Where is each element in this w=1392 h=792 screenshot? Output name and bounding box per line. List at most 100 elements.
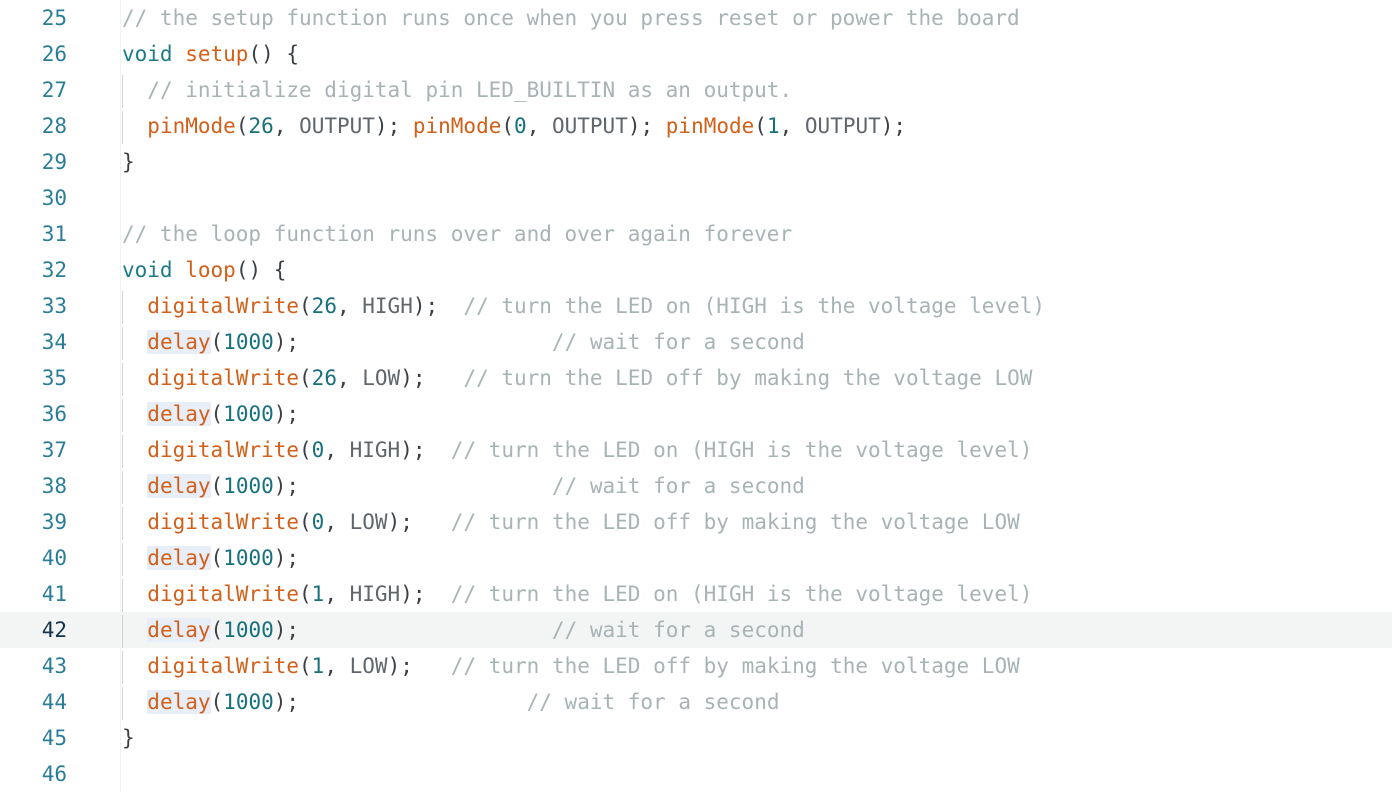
code-line-content[interactable]: } xyxy=(122,144,135,180)
line-number[interactable]: 46 xyxy=(0,756,67,792)
token-punct: ( xyxy=(210,330,224,354)
token-number: 1000 xyxy=(223,690,274,714)
code-line-content[interactable]: delay(1000); xyxy=(122,396,299,432)
code-editor[interactable]: 25 // the setup function runs once when y… xyxy=(0,0,1392,792)
line-number[interactable]: 41 xyxy=(0,576,67,612)
token-punct: () { xyxy=(248,42,300,66)
token-func: delay xyxy=(147,618,211,642)
code-line[interactable]: 45} xyxy=(0,720,1392,756)
code-line[interactable]: 31 // the loop function runs over and ove… xyxy=(0,216,1392,252)
line-number[interactable]: 36 xyxy=(0,396,67,432)
token-punct: ); xyxy=(627,114,666,138)
code-line-content[interactable]: // the loop function runs over and over … xyxy=(122,216,792,252)
line-number[interactable]: 28 xyxy=(0,108,67,144)
code-line[interactable]: 39 digitalWrite(0, LOW); // turn the LED… xyxy=(0,504,1392,540)
code-line[interactable]: 41 digitalWrite(1, HIGH); // turn the LE… xyxy=(0,576,1392,612)
code-line-content[interactable]: digitalWrite(1, HIGH); // turn the LED o… xyxy=(122,576,1032,612)
token-number: 1 xyxy=(311,582,325,606)
token-punct: ( xyxy=(299,654,312,678)
token-number: 0 xyxy=(514,114,527,138)
code-line[interactable]: 26 void setup() { xyxy=(0,36,1392,72)
line-number[interactable]: 26 xyxy=(0,36,67,72)
line-number[interactable]: 29 xyxy=(0,144,67,180)
token-punct: ( xyxy=(299,294,312,318)
line-number[interactable]: 38 xyxy=(0,468,67,504)
code-line-content[interactable]: digitalWrite(26, HIGH); // turn the LED … xyxy=(122,288,1045,324)
code-line-content[interactable]: digitalWrite(0, HIGH); // turn the LED o… xyxy=(122,432,1032,468)
code-line[interactable]: 34 delay(1000); // wait for a second xyxy=(0,324,1392,360)
code-line-content[interactable]: delay(1000); // wait for a second xyxy=(122,468,805,504)
token-punct: ( xyxy=(501,114,515,138)
code-line-content[interactable]: pinMode(26, OUTPUT); pinMode(0, OUTPUT);… xyxy=(122,108,906,144)
code-line-content[interactable]: // the setup function runs once when you… xyxy=(122,0,1020,36)
line-number[interactable]: 37 xyxy=(0,432,67,468)
line-number[interactable]: 32 xyxy=(0,252,67,288)
code-lines-container[interactable]: 25 // the setup function runs once when y… xyxy=(0,0,1392,792)
code-line[interactable]: 27 // initialize digital pin LED_BUILTIN… xyxy=(0,72,1392,108)
code-line-content[interactable]: } xyxy=(122,720,135,756)
token-number: 26 xyxy=(248,114,274,138)
token-number: 1000 xyxy=(223,474,274,498)
token-keyword: void xyxy=(122,258,173,282)
token-number: 0 xyxy=(311,510,325,534)
line-number[interactable]: 34 xyxy=(0,324,67,360)
token-func: digitalWrite xyxy=(147,510,300,534)
code-line[interactable]: 43 digitalWrite(1, LOW); // turn the LED… xyxy=(0,648,1392,684)
token-punct: , xyxy=(324,654,350,678)
line-number[interactable]: 39 xyxy=(0,504,67,540)
code-line-content[interactable]: digitalWrite(0, LOW); // turn the LED of… xyxy=(122,504,1019,540)
code-line[interactable]: 40 delay(1000); xyxy=(0,540,1392,576)
token-punct: , xyxy=(526,114,552,138)
token-punct: ); xyxy=(273,618,300,642)
code-line-content[interactable]: void loop() { xyxy=(122,252,286,288)
token-punct: , xyxy=(324,582,350,606)
line-number[interactable]: 44 xyxy=(0,684,67,720)
code-line-content[interactable]: delay(1000); // wait for a second xyxy=(122,612,805,648)
line-number[interactable]: 25 xyxy=(0,0,67,36)
line-number[interactable]: 43 xyxy=(0,648,67,684)
code-line-content[interactable]: digitalWrite(26, LOW); // turn the LED o… xyxy=(122,360,1032,396)
code-line[interactable]: 38 delay(1000); // wait for a second xyxy=(0,468,1392,504)
code-line[interactable]: 37 digitalWrite(0, HIGH); // turn the LE… xyxy=(0,432,1392,468)
code-line-content[interactable]: void setup() { xyxy=(122,36,299,72)
token-punct: ); xyxy=(273,546,300,570)
code-line-content[interactable]: delay(1000); // wait for a second xyxy=(122,324,805,360)
code-line[interactable]: 29} xyxy=(0,144,1392,180)
line-number[interactable]: 31 xyxy=(0,216,67,252)
code-line-content[interactable]: delay(1000); xyxy=(122,540,299,576)
code-line-content[interactable]: digitalWrite(1, LOW); // turn the LED of… xyxy=(122,648,1019,684)
token-punct: , xyxy=(324,510,350,534)
code-line[interactable]: 35 digitalWrite(26, LOW); // turn the LE… xyxy=(0,360,1392,396)
token-punct: } xyxy=(122,150,135,174)
token-punct: , xyxy=(336,294,363,318)
token-comment: // the loop function runs over and over … xyxy=(122,222,793,246)
token-const: HIGH xyxy=(349,438,401,462)
code-line[interactable]: 28 pinMode(26, OUTPUT); pinMode(0, OUTPU… xyxy=(0,108,1392,144)
code-line-content[interactable]: // initialize digital pin LED_BUILTIN as… xyxy=(122,72,792,108)
code-line[interactable]: 44 delay(1000); // wait for a second xyxy=(0,684,1392,720)
code-line[interactable]: 42 delay(1000); // wait for a second xyxy=(0,612,1392,648)
token-number: 0 xyxy=(311,438,325,462)
token-punct: ( xyxy=(299,438,312,462)
token-number: 1000 xyxy=(223,546,274,570)
line-number[interactable]: 35 xyxy=(0,360,67,396)
token-keyword: void xyxy=(122,42,173,66)
code-line[interactable]: 32 void loop() { xyxy=(0,252,1392,288)
line-number[interactable]: 33 xyxy=(0,288,67,324)
line-number[interactable]: 30 xyxy=(0,180,67,216)
line-number[interactable]: 42 xyxy=(0,612,67,648)
code-line[interactable]: 36 delay(1000); xyxy=(0,396,1392,432)
line-number[interactable]: 27 xyxy=(0,72,67,108)
code-line[interactable]: 30 xyxy=(0,180,1392,216)
code-line[interactable]: 46 xyxy=(0,756,1392,792)
token-number: 1000 xyxy=(223,402,274,426)
code-line[interactable]: 33 digitalWrite(26, HIGH); // turn the L… xyxy=(0,288,1392,324)
line-number[interactable]: 40 xyxy=(0,540,67,576)
token-punct: ); xyxy=(374,114,413,138)
token-func: delay xyxy=(147,690,211,714)
line-number[interactable]: 45 xyxy=(0,720,67,756)
code-line-content[interactable]: delay(1000); // wait for a second xyxy=(122,684,780,720)
code-line[interactable]: 25 // the setup function runs once when y… xyxy=(0,0,1392,36)
